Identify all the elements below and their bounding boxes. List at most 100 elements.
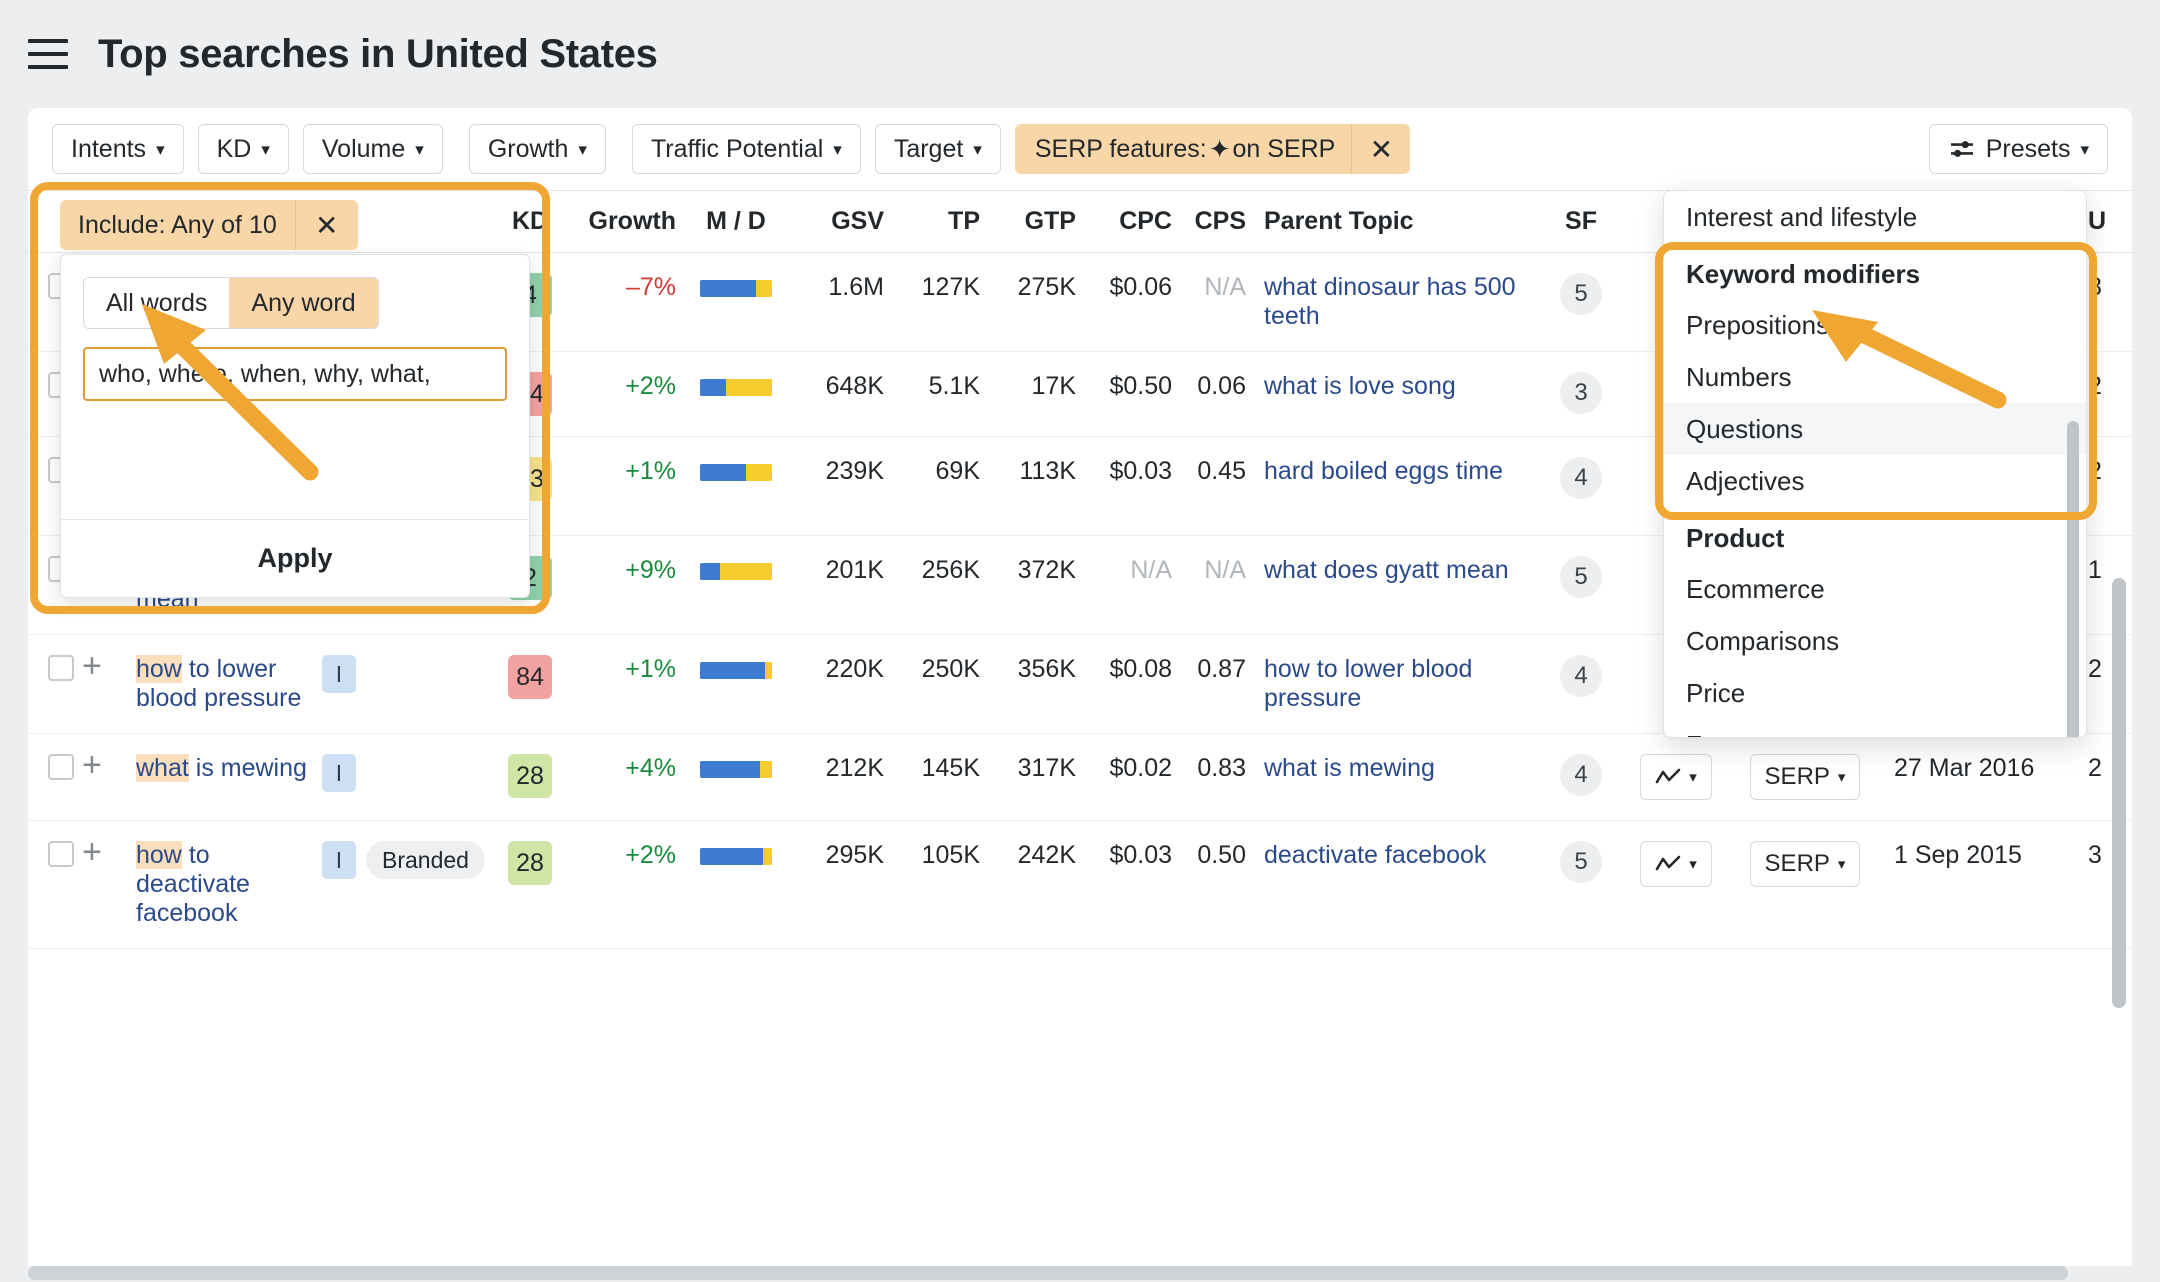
cpc-cell: N/A	[1084, 535, 1180, 635]
presets-menu-item-features[interactable]: Features	[1664, 719, 2086, 737]
parent-topic-cell: how to lower blood pressure	[1264, 634, 1542, 734]
filter-target-button[interactable]: Target ▾	[874, 124, 1001, 174]
col-growth[interactable]: Growth	[568, 190, 684, 253]
sparkle-icon: ✦	[1208, 134, 1231, 164]
keyword-link[interactable]: what is mewing	[136, 754, 307, 782]
gsv-cell: 239K	[788, 436, 892, 536]
vertical-scrollbar[interactable]	[2112, 578, 2126, 1008]
md-cell	[684, 351, 788, 437]
cpc-value: $0.06	[1109, 273, 1172, 301]
col-parent-topic[interactable]: Parent Topic	[1264, 190, 1542, 253]
intent-badge-informational[interactable]: I	[322, 754, 356, 792]
col-gsv[interactable]: GSV	[788, 190, 892, 253]
gtp-value: 356K	[1017, 655, 1076, 683]
cpc-value: $0.03	[1109, 841, 1172, 869]
cpc-cell: $0.08	[1084, 634, 1180, 734]
intents-cell: I	[322, 634, 492, 734]
close-icon[interactable]: ✕	[296, 200, 358, 250]
table-row[interactable]: + how to deactivate facebook I Branded 28 +2%…	[28, 820, 2132, 949]
cps-value: N/A	[1204, 556, 1246, 584]
presets-menu-item-prepositions[interactable]: Prepositions	[1664, 299, 2086, 351]
col-cps[interactable]: CPS	[1180, 190, 1264, 253]
add-keyword-icon[interactable]: +	[82, 647, 102, 685]
filter-traffic-potential-button[interactable]: Traffic Potential ▾	[631, 124, 861, 174]
parent-topic-link[interactable]: what is love song	[1264, 372, 1456, 400]
parent-topic-link[interactable]: deactivate facebook	[1264, 841, 1486, 869]
keywords-input[interactable]: who, where, when, why, what,	[83, 347, 507, 401]
col-md[interactable]: M / D	[684, 190, 788, 253]
presets-menu-item-ecommerce[interactable]: Ecommerce	[1664, 563, 2086, 615]
intent-badge-informational[interactable]: I	[322, 655, 356, 693]
cps-cell: 0.83	[1180, 733, 1264, 821]
row-checkbox-cell	[28, 634, 82, 734]
parent-topic-link[interactable]: hard boiled eggs time	[1264, 457, 1503, 485]
add-keyword-icon[interactable]: +	[82, 833, 102, 871]
u-value: 2	[2088, 457, 2102, 485]
growth-cell: +1%	[568, 634, 684, 734]
apply-button[interactable]: Apply	[61, 519, 529, 597]
presets-button[interactable]: Presets ▾	[1928, 124, 2108, 174]
all-words-tab[interactable]: All words	[84, 278, 230, 328]
filter-growth-button[interactable]: Growth ▾	[468, 124, 606, 174]
keyword-link[interactable]: how to deactivate facebook	[136, 841, 250, 927]
kd-score-badge: 28	[508, 841, 552, 885]
table-row[interactable]: + what is mewing I 28 +4% 212K 145K 317K $0.02 0.…	[28, 733, 2132, 821]
parent-topic-link[interactable]: what dinosaur has 500 teeth	[1264, 273, 1516, 330]
gtp-cell: 372K	[988, 535, 1084, 635]
filter-intents-button[interactable]: Intents ▾	[52, 124, 184, 174]
keyword-link[interactable]: how to lower blood pressure	[136, 655, 301, 712]
parent-topic-link[interactable]: how to lower blood pressure	[1264, 655, 1472, 712]
trend-chart-button[interactable]: ▾	[1640, 754, 1712, 800]
serp-button[interactable]: SERP ▾	[1749, 754, 1861, 800]
add-keyword-icon[interactable]: +	[82, 746, 102, 784]
kd-cell: 28	[492, 820, 568, 949]
cpc-cell: $0.50	[1084, 351, 1180, 437]
hamburger-icon[interactable]	[28, 32, 72, 76]
col-sf[interactable]: SF	[1542, 190, 1620, 253]
presets-menu-item-adjectives[interactable]: Adjectives	[1664, 455, 2086, 507]
cps-cell: 0.45	[1180, 436, 1264, 536]
intents-cell: I Branded	[322, 820, 492, 949]
col-tp[interactable]: TP	[892, 190, 988, 253]
filter-growth-label: Growth	[487, 134, 569, 163]
cpc-cell: $0.03	[1084, 820, 1180, 949]
filter-target-label: Target	[893, 134, 964, 163]
parent-topic-cell: what is love song	[1264, 351, 1542, 437]
growth-cell: +2%	[568, 351, 684, 437]
col-cpc[interactable]: CPC	[1084, 190, 1180, 253]
presets-menu-item-price[interactable]: Price	[1664, 667, 2086, 719]
parent-topic-link[interactable]: what is mewing	[1264, 754, 1435, 782]
filter-volume-label: Volume	[321, 134, 406, 163]
gsv-value: 239K	[825, 457, 884, 485]
filter-volume-button[interactable]: Volume ▾	[302, 124, 443, 174]
presets-menu-scrollbar[interactable]	[2067, 421, 2079, 737]
chevron-down-icon: ▾	[833, 139, 842, 159]
include-filter-chip[interactable]: Include: Any of 10 ✕	[60, 200, 358, 250]
updates-cell: ▾	[1620, 733, 1732, 821]
row-checkbox[interactable]	[48, 754, 74, 780]
filter-kd-button[interactable]: KD ▾	[197, 124, 289, 174]
row-checkbox[interactable]	[48, 841, 74, 867]
serp-button[interactable]: SERP ▾	[1749, 841, 1861, 887]
gtp-value: 317K	[1017, 754, 1076, 782]
filter-serp-features-chip[interactable]: SERP features: ✦ on SERP ✕	[1014, 124, 1411, 174]
panel-spacer	[61, 401, 529, 519]
row-checkbox[interactable]	[48, 655, 74, 681]
col-gtp[interactable]: GTP	[988, 190, 1084, 253]
branded-badge: Branded	[366, 841, 485, 879]
trend-chart-button[interactable]: ▾	[1640, 841, 1712, 887]
any-word-tab[interactable]: Any word	[229, 278, 378, 328]
presets-menu-item-interest-and-lifestyle[interactable]: Interest and lifestyle	[1664, 191, 2086, 243]
close-icon[interactable]: ✕	[1352, 124, 1410, 174]
cpc-cell: $0.02	[1084, 733, 1180, 821]
presets-menu-item-questions[interactable]: Questions	[1664, 403, 2086, 455]
presets-menu-item-comparisons[interactable]: Comparisons	[1664, 615, 2086, 667]
parent-topic-link[interactable]: what does gyatt mean	[1264, 556, 1509, 584]
sf-cell: 3	[1542, 351, 1620, 437]
presets-menu-item-numbers[interactable]: Numbers	[1664, 351, 2086, 403]
hamburger-bar	[28, 65, 68, 69]
horizontal-scrollbar[interactable]	[28, 1266, 2068, 1280]
cps-cell: 0.87	[1180, 634, 1264, 734]
chevron-down-icon: ▾	[578, 139, 587, 159]
intent-badge-informational[interactable]: I	[322, 841, 356, 879]
